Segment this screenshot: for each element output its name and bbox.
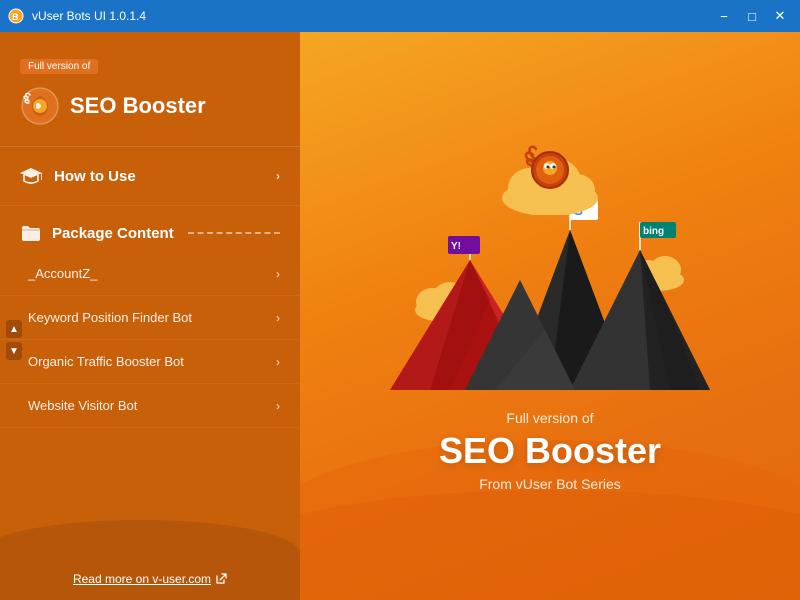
graduation-cap-icon	[20, 165, 42, 187]
package-content-label: Package Content	[52, 225, 174, 242]
sub-item-keyword-bot-label: Keyword Position Finder Bot	[28, 310, 192, 325]
read-more-link[interactable]: Read more on v-user.com	[73, 572, 227, 586]
external-link-icon	[215, 573, 227, 585]
titlebar-controls: − □ ✕	[712, 6, 792, 26]
svg-text:B: B	[12, 12, 19, 22]
app-icon: B	[8, 8, 24, 24]
sub-item-organic-bot[interactable]: Organic Traffic Booster Bot ›	[0, 340, 300, 384]
scroll-indicator: ▲ ▼	[6, 320, 22, 360]
how-to-use-chevron: ›	[276, 169, 280, 183]
sub-item-visitor-bot-chevron: ›	[276, 399, 280, 413]
sub-item-accountz[interactable]: _AccountZ_ ›	[0, 252, 300, 296]
sidebar-header: Full version of SEO Booster	[0, 32, 300, 147]
footer-link-text: Read more on v-user.com	[73, 572, 211, 586]
scroll-down-button[interactable]: ▼	[6, 342, 22, 360]
sub-item-keyword-bot[interactable]: Keyword Position Finder Bot ›	[0, 296, 300, 340]
content-text-area: Full version of SEO Booster From vUser B…	[439, 410, 661, 492]
scroll-up-button[interactable]: ▲	[6, 320, 22, 338]
sub-items-container: ▲ ▼ _AccountZ_ › Keyword Position Finder…	[0, 252, 300, 428]
how-to-use-label: How to Use	[54, 168, 136, 185]
mountain-scene: G bing Y!	[390, 190, 710, 400]
bot-claw-icon	[520, 140, 580, 195]
folder-icon	[20, 222, 42, 244]
sidebar: Full version of SEO Booster	[0, 32, 300, 600]
titlebar-title: vUser Bots UI 1.0.1.4	[32, 9, 146, 23]
sub-item-visitor-bot[interactable]: Website Visitor Bot ›	[0, 384, 300, 428]
sub-item-accountz-chevron: ›	[276, 267, 280, 281]
bg-wave-2	[300, 490, 800, 600]
brand-title: SEO Booster	[70, 93, 206, 119]
main-product-title: SEO Booster	[439, 430, 661, 472]
full-version-badge: Full version of	[20, 59, 98, 74]
sub-item-organic-bot-label: Organic Traffic Booster Bot	[28, 354, 184, 369]
sub-item-keyword-bot-chevron: ›	[276, 311, 280, 325]
sidebar-footer: Read more on v-user.com	[0, 570, 300, 588]
brand-icon	[20, 86, 60, 126]
titlebar-left: B vUser Bots UI 1.0.1.4	[8, 8, 146, 24]
main-from-text: From vUser Bot Series	[439, 476, 661, 492]
maximize-button[interactable]: □	[740, 6, 764, 26]
section-divider	[188, 232, 280, 234]
sub-item-accountz-label: _AccountZ_	[28, 266, 97, 281]
main-content: G bing Y! Full version of SEO Booster Fr…	[300, 32, 800, 600]
svg-text:bing: bing	[643, 226, 664, 237]
sub-item-organic-bot-chevron: ›	[276, 355, 280, 369]
minimize-button[interactable]: −	[712, 6, 736, 26]
close-button[interactable]: ✕	[768, 6, 792, 26]
brand-row: SEO Booster	[20, 86, 280, 126]
svg-text:Y!: Y!	[451, 241, 461, 252]
how-to-use-left: How to Use	[20, 165, 136, 187]
how-to-use-nav-item[interactable]: How to Use ›	[0, 147, 300, 206]
top-cloud-group	[495, 150, 605, 220]
main-badge-text: Full version of	[439, 410, 661, 426]
titlebar: B vUser Bots UI 1.0.1.4 − □ ✕	[0, 0, 800, 32]
main-container: Full version of SEO Booster	[0, 32, 800, 600]
illustration: G bing Y!	[380, 140, 720, 400]
sub-item-visitor-bot-label: Website Visitor Bot	[28, 398, 137, 413]
package-content-section: Package Content	[0, 206, 300, 252]
